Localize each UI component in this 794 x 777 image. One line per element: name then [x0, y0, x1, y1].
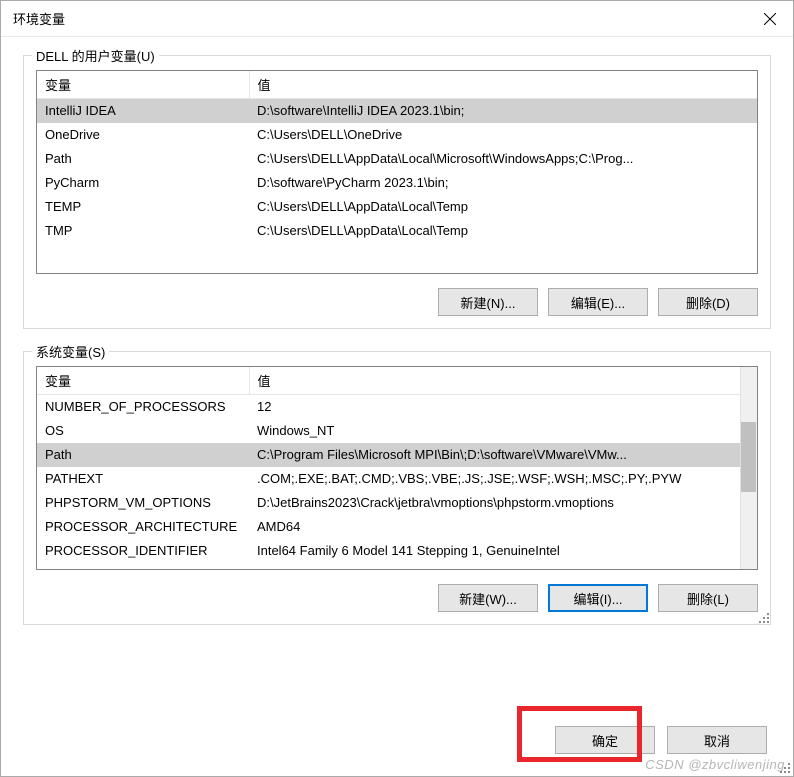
var-name-cell: Path — [37, 147, 249, 171]
user-vars-legend: DELL 的用户变量(U) — [32, 46, 159, 65]
var-value-cell: C:\Users\DELL\AppData\Local\Temp — [249, 219, 757, 243]
close-icon — [764, 13, 776, 25]
var-value-cell: D:\JetBrains2023\Crack\jetbra\vmoptions\… — [249, 491, 740, 515]
highlight-annotation — [517, 706, 642, 762]
system-vars-table: 变量 值 NUMBER_OF_PROCESSORS12OSWindows_NTP… — [37, 367, 740, 563]
user-vars-group: DELL 的用户变量(U) 变量 值 IntelliJ IDEAD:\softw… — [23, 55, 771, 329]
table-row[interactable]: PathC:\Users\DELL\AppData\Local\Microsof… — [37, 147, 757, 171]
dialog-content: DELL 的用户变量(U) 变量 值 IntelliJ IDEAD:\softw… — [1, 37, 793, 657]
var-value-cell: C:\Users\DELL\OneDrive — [249, 123, 757, 147]
table-row[interactable]: PathC:\Program Files\Microsoft MPI\Bin\;… — [37, 443, 740, 467]
table-header-row: 变量 值 — [37, 367, 740, 395]
table-row[interactable]: NUMBER_OF_PROCESSORS12 — [37, 395, 740, 419]
cancel-button[interactable]: 取消 — [667, 726, 767, 754]
var-value-cell: C:\Program Files\Microsoft MPI\Bin\;D:\s… — [249, 443, 740, 467]
var-name-cell: OS — [37, 419, 249, 443]
var-value-cell: Windows_NT — [249, 419, 740, 443]
system-vars-buttons: 新建(W)... 编辑(I)... 删除(L) — [36, 584, 758, 612]
var-value-cell: D:\software\IntelliJ IDEA 2023.1\bin; — [249, 99, 757, 123]
user-delete-button[interactable]: 删除(D) — [658, 288, 758, 316]
col-header-value[interactable]: 值 — [249, 367, 740, 395]
var-name-cell: NUMBER_OF_PROCESSORS — [37, 395, 249, 419]
var-value-cell: 12 — [249, 395, 740, 419]
var-name-cell: PHPSTORM_VM_OPTIONS — [37, 491, 249, 515]
var-value-cell: .COM;.EXE;.BAT;.CMD;.VBS;.VBE;.JS;.JSE;.… — [249, 467, 740, 491]
var-name-cell: IntelliJ IDEA — [37, 99, 249, 123]
var-value-cell: D:\software\PyCharm 2023.1\bin; — [249, 171, 757, 195]
table-row[interactable]: PROCESSOR_IDENTIFIERIntel64 Family 6 Mod… — [37, 539, 740, 563]
var-name-cell: TMP — [37, 219, 249, 243]
system-vars-legend: 系统变量(S) — [32, 342, 109, 361]
system-delete-button[interactable]: 删除(L) — [658, 584, 758, 612]
dialog-title: 环境变量 — [13, 9, 65, 28]
watermark: CSDN @zbvcliwenjing — [645, 757, 785, 772]
var-name-cell: PATHEXT — [37, 467, 249, 491]
user-vars-table: 变量 值 IntelliJ IDEAD:\software\IntelliJ I… — [37, 71, 757, 243]
system-new-button[interactable]: 新建(W)... — [438, 584, 538, 612]
var-name-cell: Path — [37, 443, 249, 467]
var-value-cell: C:\Users\DELL\AppData\Local\Temp — [249, 195, 757, 219]
system-vars-group: 系统变量(S) 变量 值 NUMBER_OF_PROCESSORS12OSWin… — [23, 351, 771, 625]
var-value-cell: C:\Users\DELL\AppData\Local\Microsoft\Wi… — [249, 147, 757, 171]
col-header-variable[interactable]: 变量 — [37, 71, 249, 99]
scrollbar[interactable] — [740, 367, 757, 569]
user-edit-button[interactable]: 编辑(E)... — [548, 288, 648, 316]
table-row[interactable]: IntelliJ IDEAD:\software\IntelliJ IDEA 2… — [37, 99, 757, 123]
col-header-variable[interactable]: 变量 — [37, 367, 249, 395]
titlebar: 环境变量 — [1, 1, 793, 37]
var-name-cell: OneDrive — [37, 123, 249, 147]
table-row[interactable]: PyCharmD:\software\PyCharm 2023.1\bin; — [37, 171, 757, 195]
env-vars-dialog: 环境变量 DELL 的用户变量(U) 变量 值 IntelliJ IDEAD:\… — [0, 0, 794, 777]
var-name-cell: PyCharm — [37, 171, 249, 195]
var-name-cell: TEMP — [37, 195, 249, 219]
table-row[interactable]: PHPSTORM_VM_OPTIONSD:\JetBrains2023\Crac… — [37, 491, 740, 515]
table-row[interactable]: OneDriveC:\Users\DELL\OneDrive — [37, 123, 757, 147]
table-row[interactable]: OSWindows_NT — [37, 419, 740, 443]
user-new-button[interactable]: 新建(N)... — [438, 288, 538, 316]
close-button[interactable] — [747, 1, 793, 37]
system-vars-table-container[interactable]: 变量 值 NUMBER_OF_PROCESSORS12OSWindows_NTP… — [36, 366, 758, 570]
scrollbar-thumb[interactable] — [741, 422, 756, 492]
table-header-row: 变量 值 — [37, 71, 757, 99]
table-row[interactable]: PATHEXT.COM;.EXE;.BAT;.CMD;.VBS;.VBE;.JS… — [37, 467, 740, 491]
table-row[interactable]: TEMPC:\Users\DELL\AppData\Local\Temp — [37, 195, 757, 219]
col-header-value[interactable]: 值 — [249, 71, 757, 99]
table-row[interactable]: PROCESSOR_ARCHITECTUREAMD64 — [37, 515, 740, 539]
var-name-cell: PROCESSOR_IDENTIFIER — [37, 539, 249, 563]
var-name-cell: PROCESSOR_ARCHITECTURE — [37, 515, 249, 539]
user-vars-table-container[interactable]: 变量 值 IntelliJ IDEAD:\software\IntelliJ I… — [36, 70, 758, 274]
var-value-cell: AMD64 — [249, 515, 740, 539]
user-vars-buttons: 新建(N)... 编辑(E)... 删除(D) — [36, 288, 758, 316]
system-edit-button[interactable]: 编辑(I)... — [548, 584, 648, 612]
var-value-cell: Intel64 Family 6 Model 141 Stepping 1, G… — [249, 539, 740, 563]
table-row[interactable]: TMPC:\Users\DELL\AppData\Local\Temp — [37, 219, 757, 243]
